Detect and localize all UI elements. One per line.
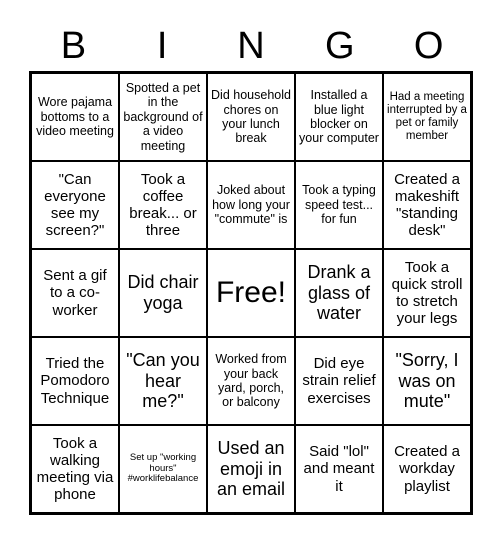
cell-text: Installed a blue light blocker on your c… xyxy=(299,88,379,146)
bingo-cell[interactable]: Installed a blue light blocker on your c… xyxy=(295,73,383,161)
cell-text: Tried the Pomodoro Technique xyxy=(40,355,110,407)
cell-text: Took a walking meeting via phone xyxy=(36,434,114,504)
bingo-cell[interactable]: Took a coffee break... or three xyxy=(119,161,207,249)
bingo-cell[interactable]: "Can you hear me?" xyxy=(119,337,207,425)
cell-text: Did eye strain relief exercises xyxy=(302,355,376,407)
bingo-cell[interactable]: Had a meeting interrupted by a pet or fa… xyxy=(383,73,471,161)
cell-text: "Can everyone see my screen?" xyxy=(44,170,106,240)
bingo-cell[interactable]: Did eye strain relief exercises xyxy=(295,337,383,425)
bingo-cell[interactable]: Said "lol" and meant it xyxy=(295,425,383,513)
cell-text: Had a meeting interrupted by a pet or fa… xyxy=(387,90,467,143)
cell-text: Took a coffee break... or three xyxy=(129,170,197,240)
cell-text: Took a typing speed test... for fun xyxy=(302,183,376,227)
cell-text: Worked from your back yard, porch, or ba… xyxy=(215,352,287,410)
bingo-cell[interactable]: "Can everyone see my screen?" xyxy=(31,161,119,249)
cell-text: Drank a glass of water xyxy=(307,261,371,324)
cell-text: Set up "working hours" #worklifebalance xyxy=(127,451,199,485)
cell-text: Wore pajama bottoms to a video meeting xyxy=(36,95,114,139)
cell-text: Created a makeshift "standing desk" xyxy=(394,170,460,240)
header-letter-g: G xyxy=(325,25,355,67)
cell-text: Took a quick stroll to stretch your legs xyxy=(391,258,463,328)
cell-text: Sent a gif to a co-worker xyxy=(43,267,107,319)
bingo-cell[interactable]: Did chair yoga xyxy=(119,249,207,337)
bingo-cell[interactable]: Did household chores on your lunch break xyxy=(207,73,295,161)
bingo-cell[interactable]: Took a walking meeting via phone xyxy=(31,425,119,513)
bingo-cell[interactable]: Created a workday playlist xyxy=(383,425,471,513)
cell-text: Used an emoji in an email xyxy=(216,437,286,500)
free-space-cell[interactable]: Free! xyxy=(207,249,295,337)
bingo-cell[interactable]: Worked from your back yard, porch, or ba… xyxy=(207,337,295,425)
bingo-cell[interactable]: "Sorry, I was on mute" xyxy=(383,337,471,425)
bingo-cell[interactable]: Tried the Pomodoro Technique xyxy=(31,337,119,425)
bingo-cell[interactable]: Set up "working hours" #worklifebalance xyxy=(119,425,207,513)
header-letter-i: I xyxy=(156,25,168,67)
cell-text: Created a workday playlist xyxy=(394,443,460,495)
header-letter-n: N xyxy=(237,25,265,67)
bingo-cell[interactable]: Spotted a pet in the background of a vid… xyxy=(119,73,207,161)
bingo-cell[interactable]: Created a makeshift "standing desk" xyxy=(383,161,471,249)
header-letter-b: B xyxy=(60,25,87,67)
bingo-cell[interactable]: Drank a glass of water xyxy=(295,249,383,337)
bingo-cell[interactable]: Wore pajama bottoms to a video meeting xyxy=(31,73,119,161)
bingo-header: B I N G O xyxy=(29,22,473,70)
cell-text: "Can you hear me?" xyxy=(126,349,200,412)
header-letter-o: O xyxy=(413,25,444,67)
free-space-text: Free! xyxy=(215,275,287,309)
bingo-cell[interactable]: Sent a gif to a co-worker xyxy=(31,249,119,337)
cell-text: Joked about how long your "commute" is xyxy=(212,183,290,227)
cell-text: Said "lol" and meant it xyxy=(303,443,375,495)
bingo-cell[interactable]: Took a quick stroll to stretch your legs xyxy=(383,249,471,337)
cell-text: Did household chores on your lunch break xyxy=(211,88,291,146)
cell-text: Spotted a pet in the background of a vid… xyxy=(123,81,203,153)
bingo-cell[interactable]: Joked about how long your "commute" is xyxy=(207,161,295,249)
bingo-cell[interactable]: Took a typing speed test... for fun xyxy=(295,161,383,249)
bingo-board: Wore pajama bottoms to a video meeting S… xyxy=(29,71,473,515)
cell-text: Did chair yoga xyxy=(127,272,199,313)
bingo-cell[interactable]: Used an emoji in an email xyxy=(207,425,295,513)
cell-text: "Sorry, I was on mute" xyxy=(395,349,459,412)
